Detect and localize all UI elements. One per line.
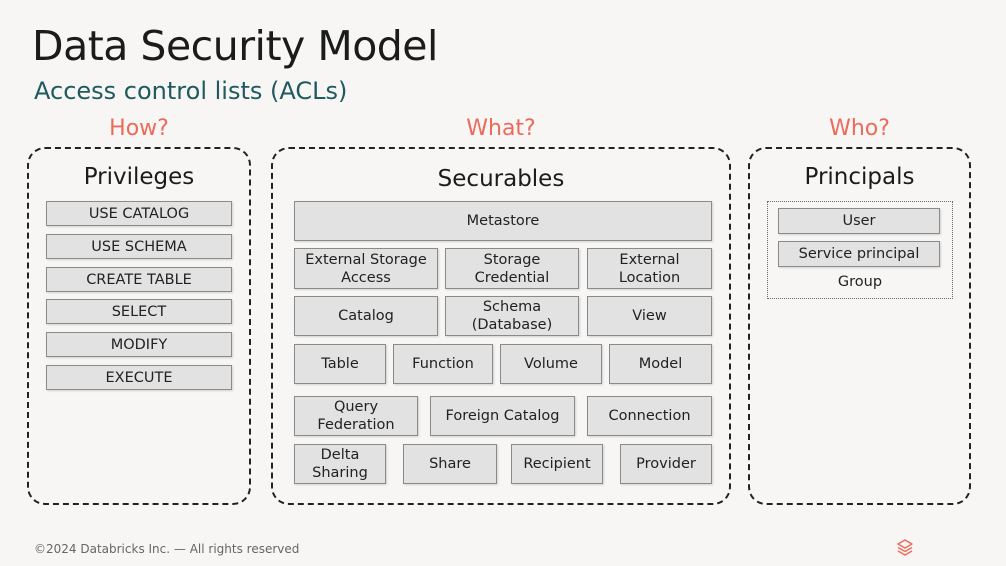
securable-external-location: External Location [587, 248, 712, 289]
securable-share: Share [403, 444, 497, 484]
securable-storage-credential: Storage Credential [445, 248, 579, 289]
securable-model: Model [609, 344, 712, 384]
securable-delta-sharing: Delta Sharing [294, 444, 386, 484]
securable-function: Function [393, 344, 493, 384]
securable-catalog: Catalog [294, 296, 438, 336]
privilege-modify: MODIFY [46, 332, 232, 357]
privileges-title: Privileges [83, 164, 195, 190]
securable-metastore: Metastore [294, 201, 712, 241]
heading-who: Who? [829, 116, 890, 141]
heading-how: How? [109, 116, 169, 141]
securables-title: Securables [437, 166, 565, 192]
privilege-execute: EXECUTE [46, 365, 232, 390]
principal-group-label: Group [837, 274, 883, 290]
securable-provider: Provider [620, 444, 712, 484]
securable-recipient: Recipient [511, 444, 603, 484]
securable-view: View [587, 296, 712, 336]
copyright-footer: ©2024 Databricks Inc. — All rights reser… [34, 542, 300, 556]
heading-what: What? [466, 116, 536, 141]
page-subtitle: Access control lists (ACLs) [34, 77, 348, 105]
principals-title: Principals [804, 164, 915, 190]
principal-user: User [778, 208, 940, 234]
securable-schema: Schema (Database) [445, 296, 579, 336]
securable-external-storage-access: External Storage Access [294, 248, 438, 289]
securable-volume: Volume [500, 344, 602, 384]
securable-query-federation: Query Federation [294, 396, 418, 436]
privilege-use-schema: USE SCHEMA [46, 234, 232, 259]
securable-table: Table [294, 344, 386, 384]
securable-foreign-catalog: Foreign Catalog [430, 396, 575, 436]
privilege-use-catalog: USE CATALOG [46, 201, 232, 226]
principal-service-principal: Service principal [778, 241, 940, 267]
page-title: Data Security Model [32, 22, 438, 70]
privilege-create-table: CREATE TABLE [46, 267, 232, 292]
securable-connection: Connection [587, 396, 712, 436]
databricks-logo-icon [897, 539, 913, 557]
privilege-select: SELECT [46, 299, 232, 324]
